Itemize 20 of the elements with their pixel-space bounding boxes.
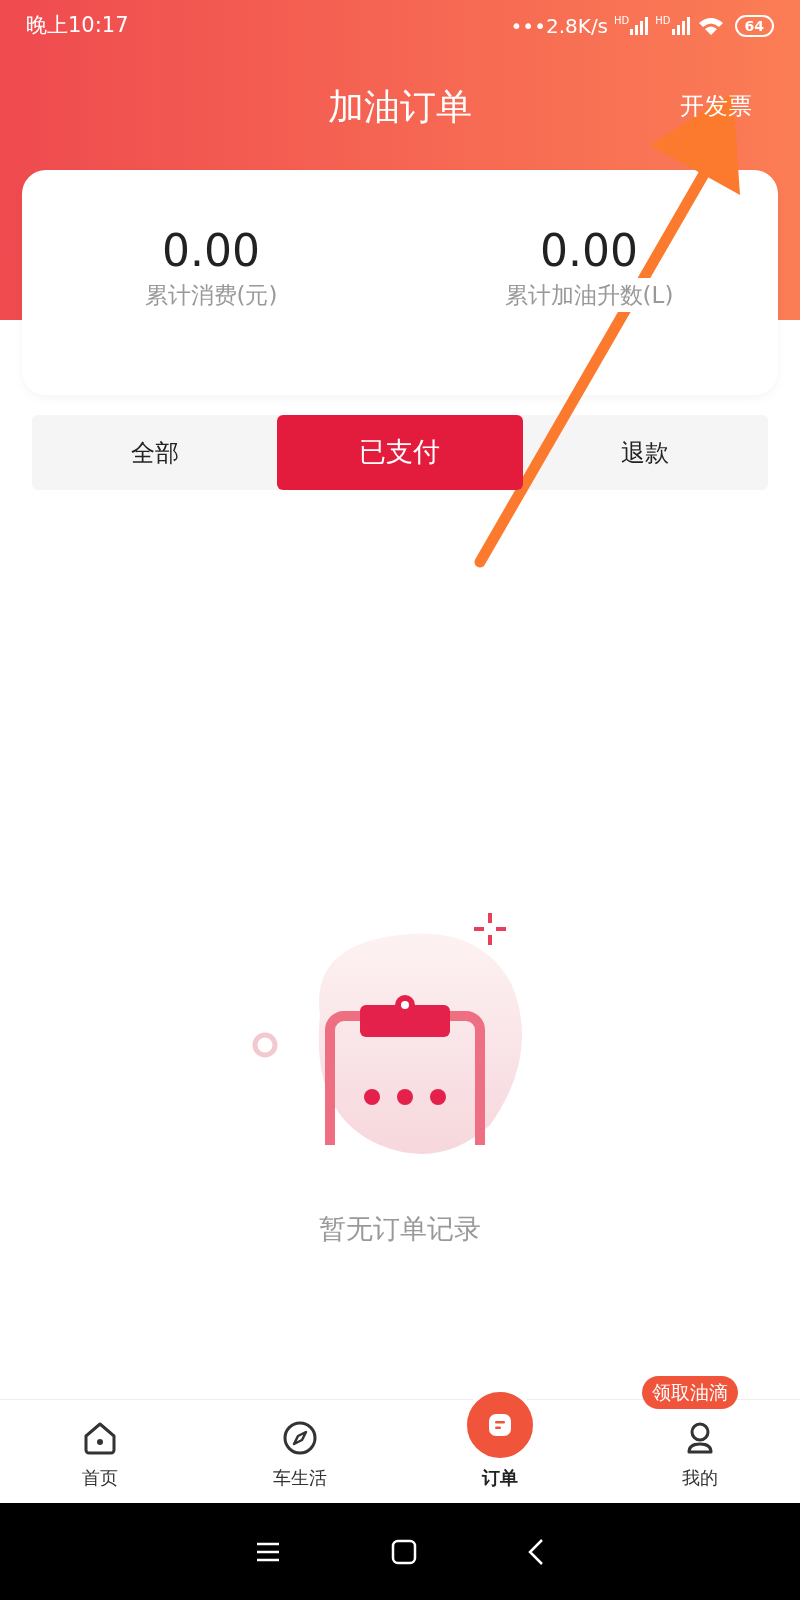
battery-icon: 64 xyxy=(734,15,774,37)
status-time: 晚上10:17 xyxy=(26,12,129,40)
filter-tab[interactable]: 已支付 xyxy=(277,415,523,490)
signal-icon xyxy=(670,16,691,36)
back-icon[interactable] xyxy=(527,1537,545,1566)
home-square-icon[interactable] xyxy=(391,1538,417,1565)
menu-icon[interactable] xyxy=(255,1540,281,1563)
network-speed: •••2.8K/s xyxy=(510,13,609,40)
filter-tab[interactable]: 退款 xyxy=(522,415,768,490)
filter-tab[interactable]: 全部 xyxy=(32,415,278,490)
stat-label: 累计加油升数(L) xyxy=(504,277,674,313)
nav-tab[interactable]: 首页 xyxy=(80,1418,120,1503)
empty-message: 暂无订单记录 xyxy=(319,1211,481,1246)
signal-icon xyxy=(629,16,650,36)
nav-tab[interactable]: 我的 xyxy=(680,1418,720,1503)
reward-badge: 领取油滴 xyxy=(642,1376,738,1409)
network-type-label: HD xyxy=(655,16,671,26)
page-title: 加油订单 xyxy=(328,85,472,129)
nav-tab[interactable]: 车生活 xyxy=(273,1418,327,1503)
network-type-label: HD xyxy=(614,16,630,26)
